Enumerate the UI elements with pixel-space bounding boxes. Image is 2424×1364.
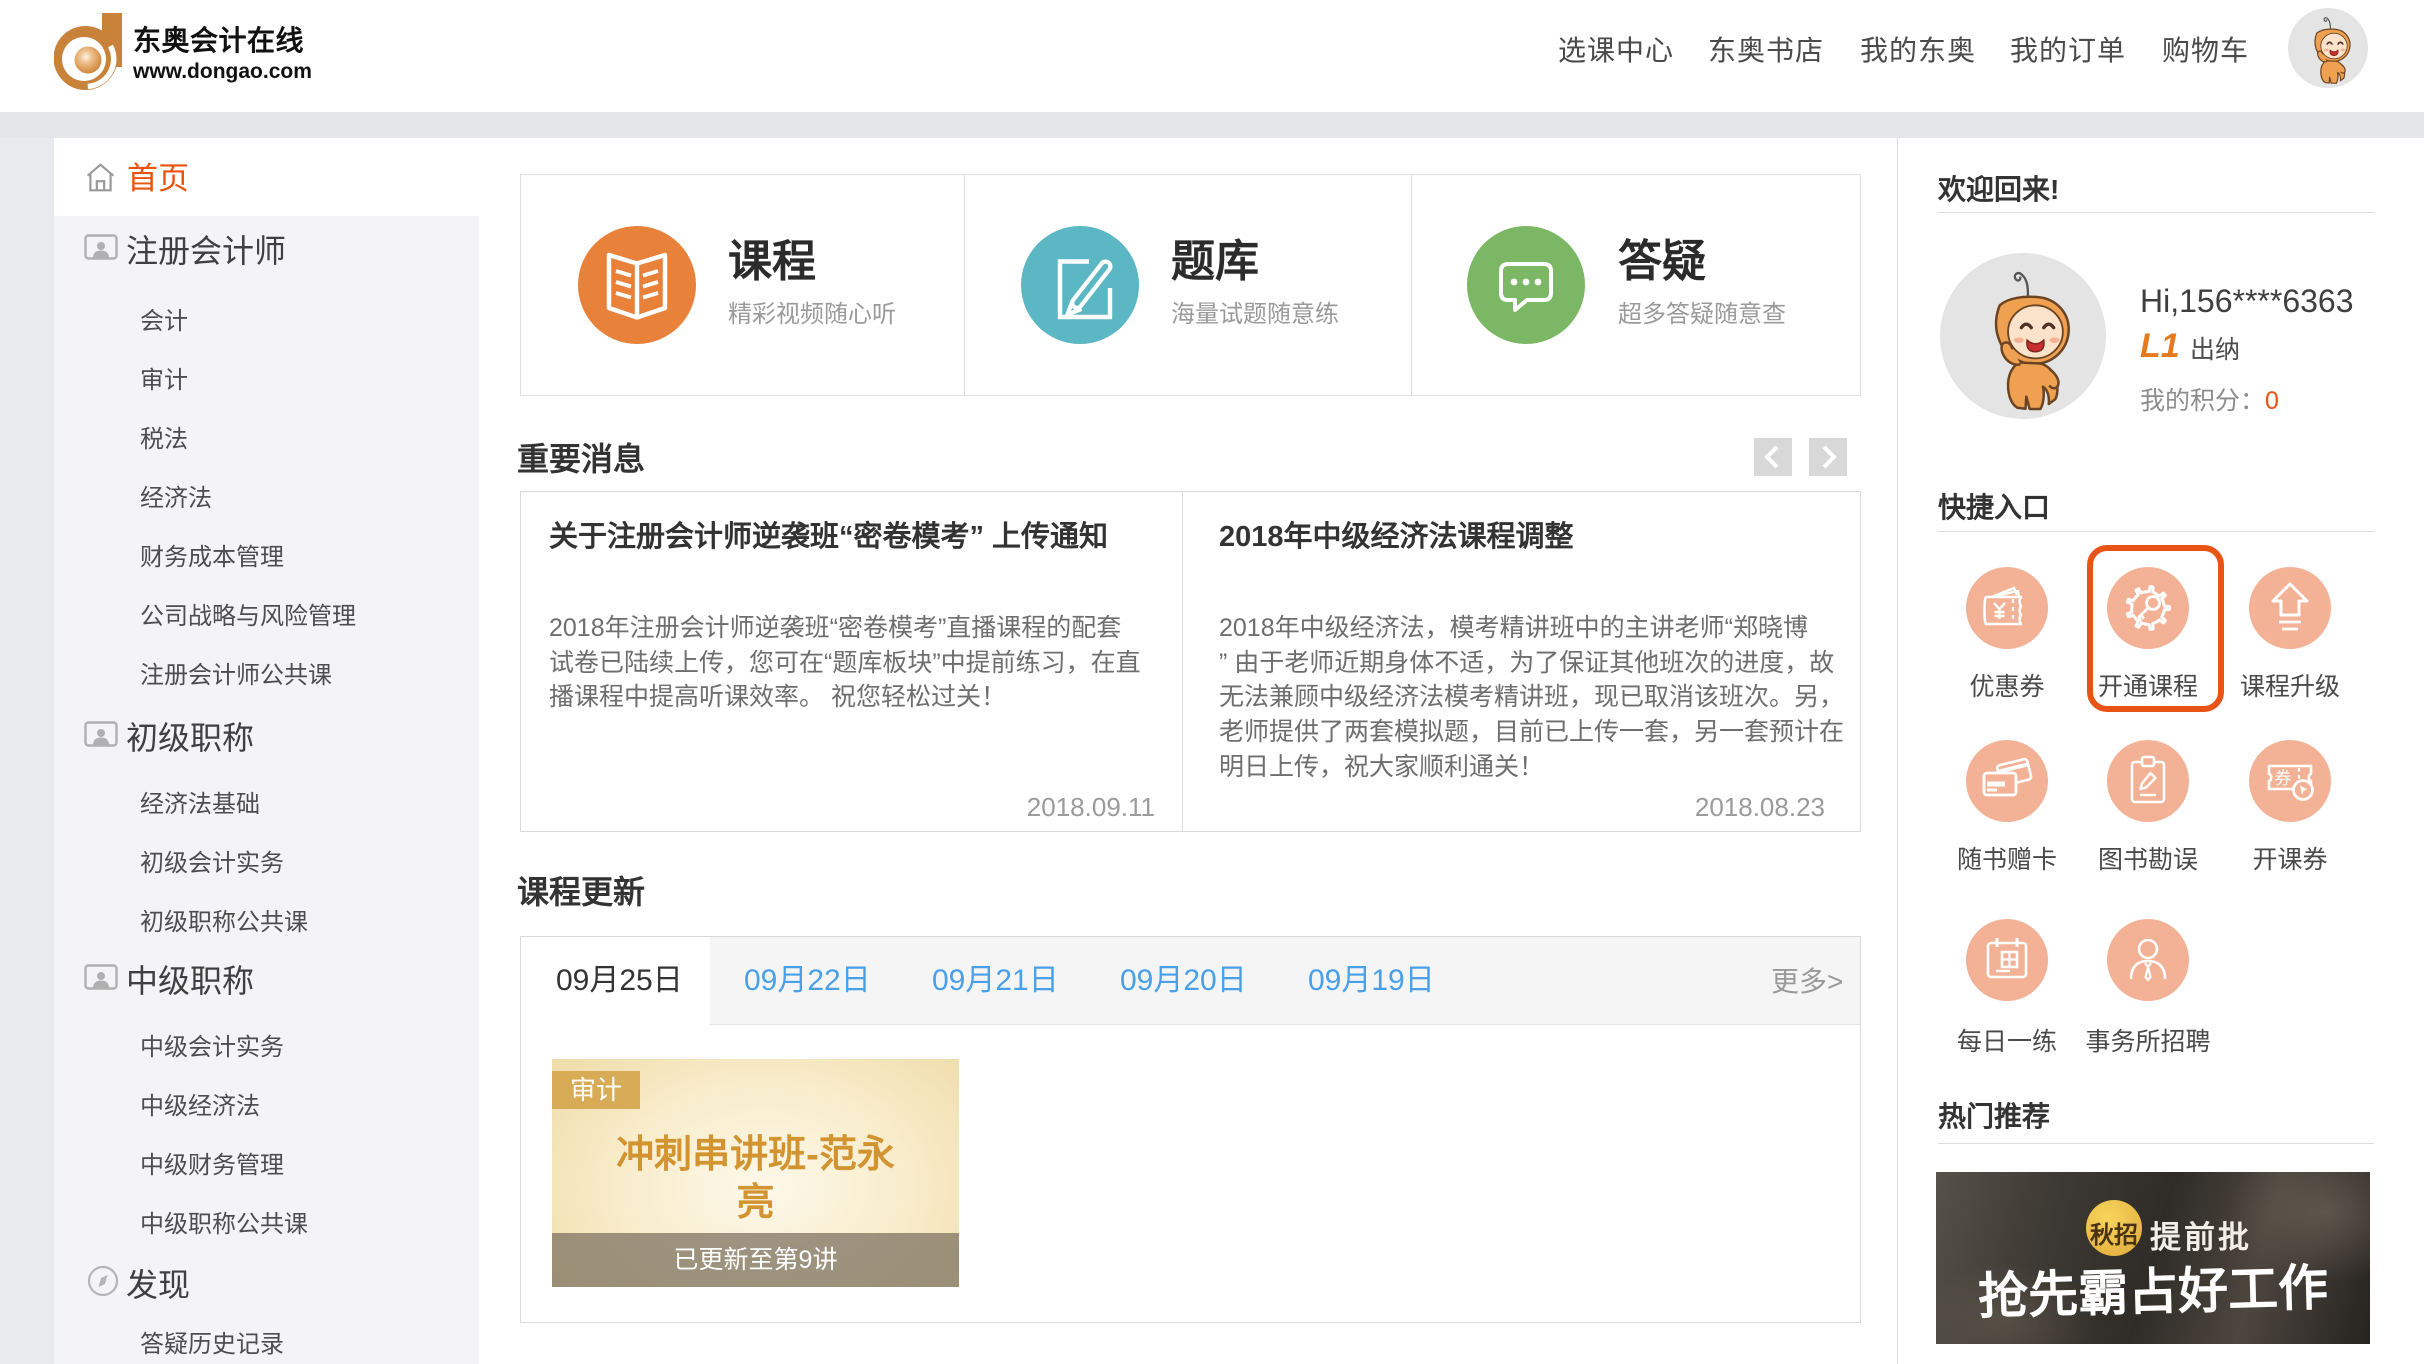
svg-text:券: 券	[2275, 769, 2292, 788]
